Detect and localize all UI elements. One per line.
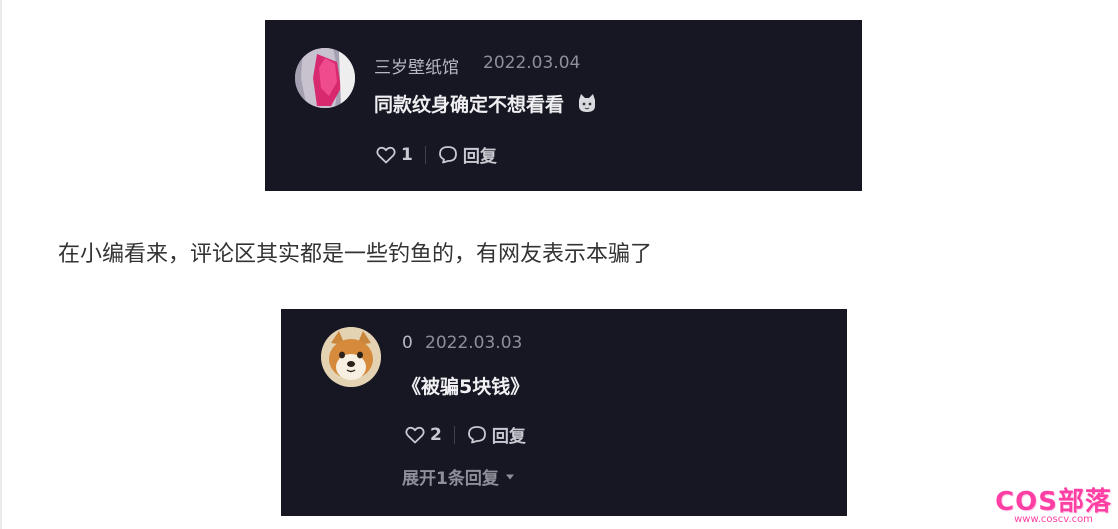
avatar[interactable] [295,48,355,108]
caret-down-icon [505,474,514,479]
expand-replies-label: 展开1条回复 [402,469,499,489]
shiba-dog-avatar-icon [321,327,381,387]
left-divider [0,0,2,529]
site-watermark: COS部落 www.coscv.com [995,489,1112,525]
like-count: 2 [430,424,442,445]
cat-emoji-icon [577,94,597,117]
comment-username[interactable]: 三岁壁纸馆 [374,53,459,78]
reply-button[interactable]: 回复 [438,142,497,167]
comment-date: 2022.03.03 [425,333,523,353]
article-paragraph: 在小编看来，评论区其实都是一些钓鱼的，有网友表示本骗了 [58,242,653,267]
avatar-image-icon [295,48,355,108]
expand-replies-button[interactable]: 展开1条回复 [402,464,515,489]
action-divider [424,145,426,164]
comment-bubble-icon [438,146,457,164]
comment-text: 《被骗5块钱》 [402,376,530,398]
comment-actions: 1 回复 [376,142,497,167]
heart-icon [405,426,425,443]
watermark-logo: COS部落 [995,487,1112,517]
reply-label: 回复 [462,147,497,167]
comment-text: 同款纹身确定不想看看 [374,90,597,117]
avatar[interactable] [321,327,381,387]
comment-bubble-icon [467,426,486,444]
comment-actions: 2 回复 [405,422,526,447]
comment-date: 2022.03.04 [483,53,581,73]
reply-button[interactable]: 回复 [467,422,526,447]
article-page: 三岁壁纸馆 2022.03.04 同款纹身确定不想看看 1 回复 在小编看来，评… [0,0,1118,529]
comment-card-2: 0 2022.03.03 《被骗5块钱》 2 回复 展开1条回复 [281,309,847,516]
comment-card-1: 三岁壁纸馆 2022.03.04 同款纹身确定不想看看 1 回复 [265,20,862,191]
heart-icon [376,146,396,163]
like-count: 1 [401,144,413,165]
reply-label: 回复 [491,427,526,447]
comment-text-body: 同款纹身确定不想看看 [374,94,565,116]
action-divider [453,425,455,444]
like-button[interactable]: 2 [405,425,442,445]
comment-username[interactable]: 0 [402,333,413,353]
like-button[interactable]: 1 [376,145,413,165]
